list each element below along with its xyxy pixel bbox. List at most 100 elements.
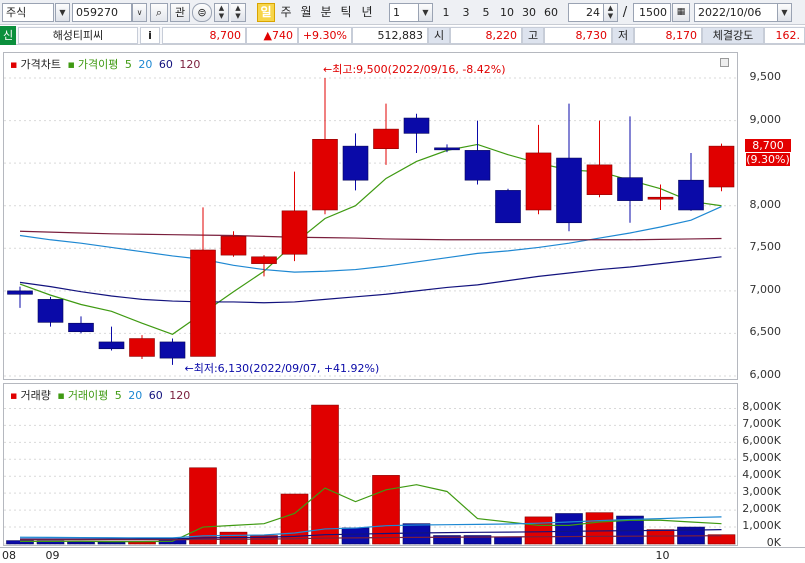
interest-label: 관	[174, 6, 186, 19]
volume-chart-pane[interactable]: ▪ 거래량 ▪ 거래이평 5 20 60 120	[3, 383, 739, 546]
volume-tick-label: 6,000K	[742, 434, 781, 448]
volume-bar	[189, 467, 217, 545]
zoom-icon[interactable]: ▦	[672, 3, 690, 22]
candle	[37, 296, 64, 327]
stock-name[interactable]: 해성티피씨	[18, 27, 138, 44]
volume-bar	[311, 404, 339, 545]
open-price: 8,220	[450, 27, 522, 44]
volume-bar	[555, 513, 583, 545]
candle-body	[312, 139, 338, 211]
candle	[434, 144, 460, 153]
price-tick-label: 6,000	[749, 368, 782, 381]
stock-code-input[interactable]: 059270	[72, 3, 132, 22]
date-dropdown-icon[interactable]: ▼	[777, 3, 792, 22]
period-button[interactable]: 월	[297, 3, 315, 22]
total-count-input[interactable]: 1500	[633, 3, 671, 22]
interval-button[interactable]: 10	[497, 3, 517, 22]
interval-button[interactable]: 5	[477, 3, 495, 22]
price-candlestick-chart: ←최고:9,500(2022/09/16, -8.42%) ←최저:6,130(2…	[4, 63, 739, 377]
price-tick-label: 9,500	[749, 70, 782, 84]
candle	[129, 335, 155, 359]
period-button[interactable]: 일	[257, 3, 275, 22]
interval-button[interactable]: 1	[437, 3, 455, 22]
candle	[678, 152, 704, 211]
volume-bar	[341, 527, 370, 545]
candle-body	[129, 338, 155, 357]
candle-body	[251, 256, 277, 264]
prev-next-stepper-icon[interactable]: ▲ ▼	[214, 3, 229, 22]
interval-dropdown-icon[interactable]: ▼	[418, 3, 433, 22]
candle-body	[373, 128, 399, 149]
trade-volume: 512,883	[352, 27, 428, 44]
candle	[281, 171, 308, 262]
open-label: 시	[428, 27, 450, 44]
candle-body	[525, 152, 552, 211]
market-type-value: 주식	[6, 6, 27, 19]
date-value: 2022/10/06	[698, 6, 762, 19]
candle-body	[464, 150, 491, 181]
period-button[interactable]: 년	[358, 3, 376, 22]
display-count-input[interactable]: 24	[568, 3, 604, 22]
high-annotation: ←최고:9,500(2022/09/16, -8.42%)	[323, 63, 506, 76]
date-x-axis: 08 09 10	[0, 547, 805, 563]
volume-tick-label: 7,000K	[742, 417, 781, 431]
strength-label: 체결강도	[702, 27, 764, 44]
period-button[interactable]: 분	[317, 3, 335, 22]
volume-bar	[494, 536, 522, 545]
candle-body	[159, 341, 186, 359]
volume-bar	[128, 541, 156, 545]
settings-icon[interactable]: ⊜	[192, 3, 212, 22]
x-axis-label: 10	[655, 549, 670, 562]
x-axis-label: 08	[2, 549, 16, 562]
candle	[525, 124, 552, 215]
display-count-value: 24	[586, 6, 600, 19]
volume-y-axis: 8,000K 7,000K 6,000K 5,000K 4,000K 3,000K 2,00…	[740, 383, 805, 549]
candle	[464, 120, 491, 185]
volume-tick-label: 4,000K	[742, 468, 781, 482]
last-price-rate: (9.30%)	[745, 152, 791, 168]
candle-body	[647, 196, 674, 200]
period-button[interactable]: 틱	[337, 3, 355, 22]
interval-select[interactable]: 1	[389, 3, 419, 22]
price-y-axis: 9,5009,0008,5008,0007,5007,0006,5006,000	[740, 52, 805, 381]
credit-badge: 신	[0, 26, 16, 45]
candle-body	[617, 177, 643, 201]
candle	[495, 188, 521, 224]
volume-tick-label: 8,000K	[742, 400, 781, 414]
search-icon[interactable]: ⌕	[150, 3, 168, 22]
candle	[617, 116, 643, 223]
candle-body	[342, 145, 369, 181]
price-tick-label: 8,000	[749, 197, 782, 211]
candle	[373, 103, 399, 165]
candle	[312, 78, 338, 215]
interval-button[interactable]: 3	[457, 3, 475, 22]
candle-body	[68, 322, 94, 333]
volume-tick-label: 2,000K	[742, 502, 781, 516]
order-stepper-icon[interactable]: ▲ ▼	[231, 3, 246, 22]
interval-button[interactable]: 60	[541, 3, 561, 22]
volume-bar	[646, 529, 675, 545]
price-tick-label: 9,000	[749, 112, 782, 126]
display-count-stepper-icon[interactable]: ▲ ▼	[603, 3, 618, 22]
candle-body	[220, 236, 247, 256]
stock-code-dropdown-icon[interactable]: ∨	[132, 3, 147, 22]
date-input[interactable]: 2022/10/06	[694, 3, 778, 22]
market-type-select[interactable]: 주식	[2, 3, 54, 22]
interval-button[interactable]: 30	[519, 3, 539, 22]
volume-bar	[524, 516, 553, 545]
candle	[403, 113, 430, 153]
price-tick-label: 7,500	[749, 240, 782, 254]
candle-body	[281, 210, 308, 255]
period-button[interactable]: 주	[277, 3, 295, 22]
price-change: ▲740	[246, 27, 298, 44]
candle	[556, 103, 582, 232]
price-change-rate: +9.30%	[298, 27, 352, 44]
market-type-dropdown-icon[interactable]: ▼	[55, 3, 70, 22]
volume-bar	[67, 541, 95, 545]
volume-tick-label: 5,000K	[742, 451, 781, 465]
volume-tick-label: 3,000K	[742, 485, 781, 499]
stock-info-button[interactable]: i	[140, 27, 160, 44]
price-chart-pane[interactable]: ▪ 가격차트 ▪ 가격이평 5 20 60 120 ←최고:9,500(2022/0…	[3, 52, 739, 380]
candle-body	[7, 290, 33, 295]
interest-button[interactable]: 관	[170, 3, 190, 22]
